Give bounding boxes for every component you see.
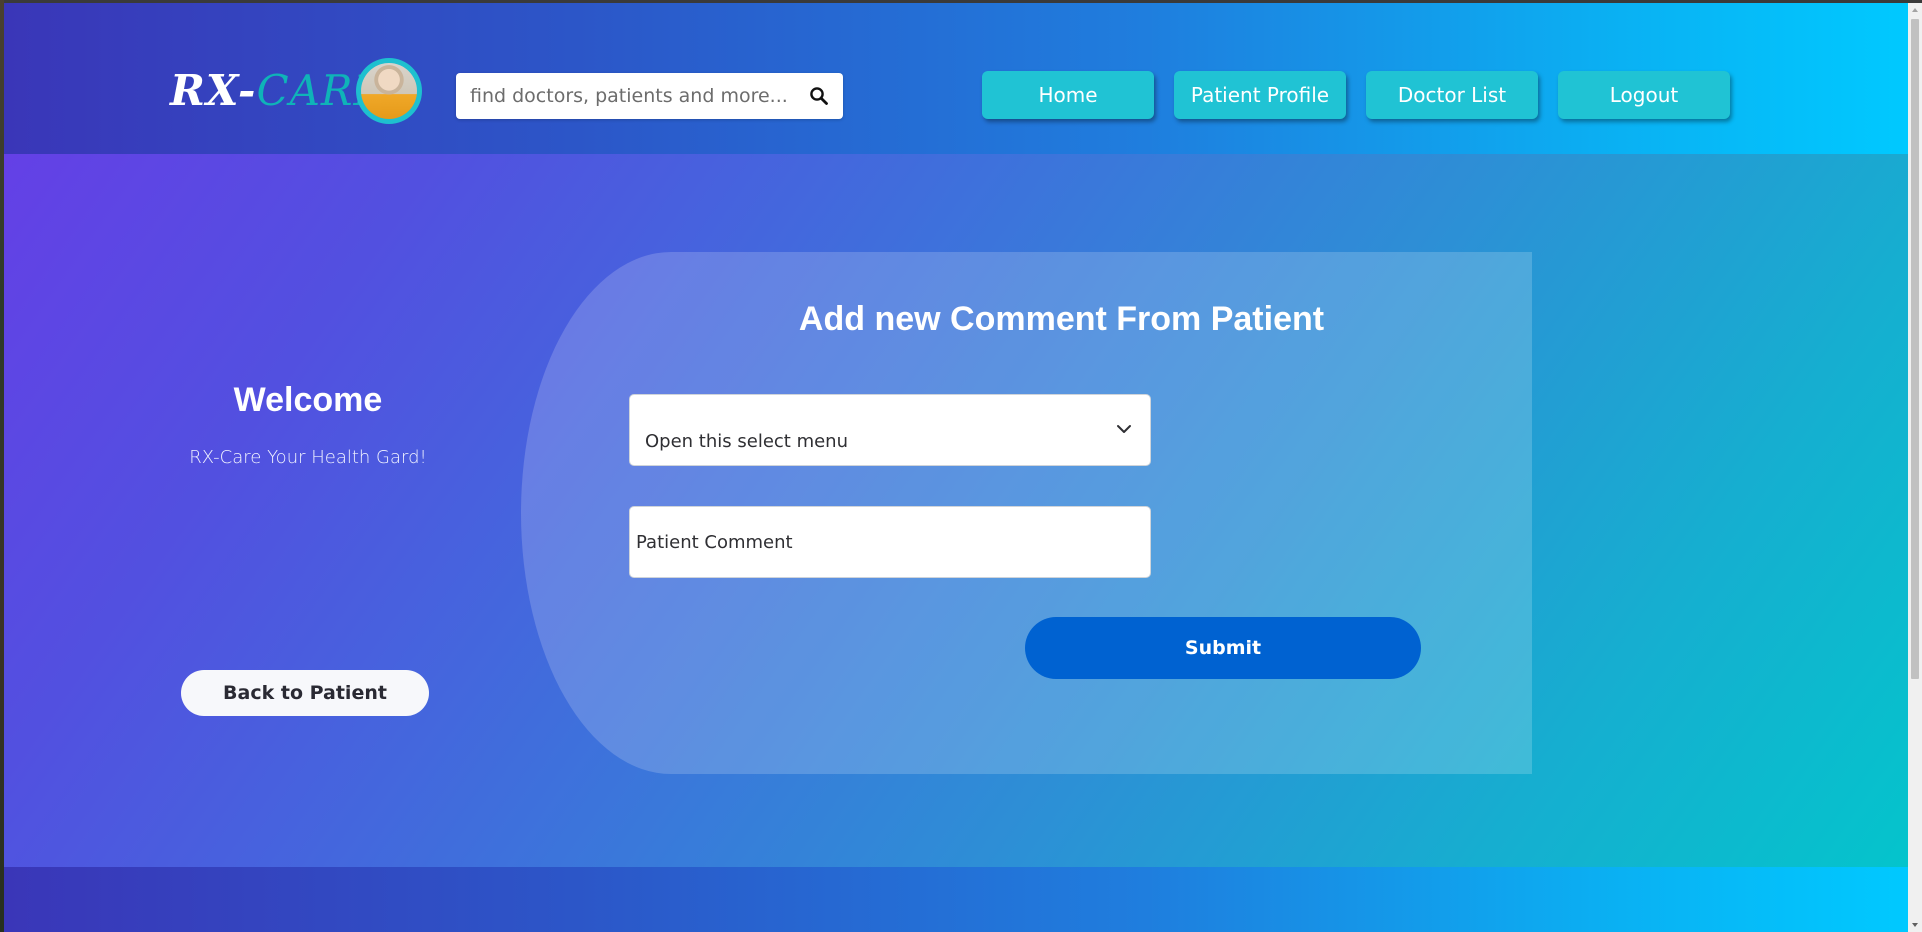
comment-form-card: Add new Comment From Patient Open this s… [521,252,1532,774]
search-bar [456,73,843,119]
main-content: Welcome RX-Care Your Health Gard! Back t… [4,154,1908,867]
search-icon[interactable] [809,86,829,106]
logo-prefix: RX- [170,66,257,115]
site-logo[interactable]: RX-CARE [170,70,385,112]
site-header: RX-CARE Home Patient Profile Doctor List… [4,3,1908,154]
vertical-scrollbar[interactable] [1908,3,1922,932]
nav-home-button[interactable]: Home [982,71,1154,119]
nav-logout-button[interactable]: Logout [1558,71,1730,119]
select-value: Open this select menu [645,431,848,452]
scrollbar-thumb[interactable] [1911,19,1919,679]
back-to-patient-button[interactable]: Back to Patient [181,670,429,716]
scroll-up-arrow-icon[interactable] [1908,3,1922,17]
form-title: Add new Comment From Patient [798,300,1325,338]
scroll-down-arrow-icon[interactable] [1908,918,1922,932]
patient-select[interactable]: Open this select menu [629,394,1151,466]
search-input[interactable] [470,73,790,119]
patient-comment-input[interactable] [636,507,1136,577]
page-viewport: RX-CARE Home Patient Profile Doctor List… [4,3,1908,932]
nav-patient-profile-button[interactable]: Patient Profile [1174,71,1346,119]
submit-button[interactable]: Submit [1025,617,1421,679]
nav-doctor-list-button[interactable]: Doctor List [1366,71,1538,119]
avatar-photo [361,63,417,119]
welcome-title: Welcome [233,381,383,419]
browser-window: RX-CARE Home Patient Profile Doctor List… [0,0,1922,932]
site-footer [4,867,1908,932]
chevron-down-icon [1117,425,1131,433]
welcome-subtitle: RX-Care Your Health Gard! [189,447,427,468]
user-avatar[interactable] [356,58,422,124]
patient-comment-field [629,506,1151,578]
